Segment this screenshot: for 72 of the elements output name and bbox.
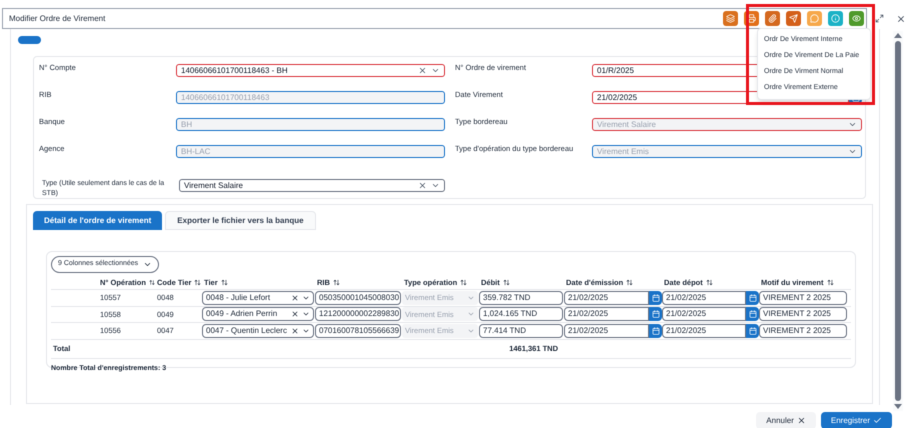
motif-field[interactable]: VIREMENT 2 2025 [759, 307, 847, 322]
maximize-icon[interactable] [875, 14, 884, 23]
chevron-icon [143, 260, 152, 269]
date-field[interactable]: 21/02/2025 [662, 307, 746, 322]
sort-icon[interactable] [502, 279, 510, 286]
motif-field[interactable]: VIREMENT 2 2025 [759, 324, 847, 338]
calendar-icon [652, 310, 660, 318]
calendar-icon [652, 326, 660, 335]
sort-icon[interactable] [706, 279, 713, 286]
close-icon [796, 416, 806, 425]
tier-select[interactable]: 0048 - Julie Lefort [202, 290, 314, 305]
toolbar-button[interactable] [723, 11, 738, 26]
toolbar-button[interactable] [786, 11, 802, 26]
close-icon[interactable] [896, 14, 906, 24]
chevron-icon[interactable] [431, 66, 440, 75]
motif-field[interactable]: VIREMENT 2 2025 [759, 290, 847, 305]
sort-icon[interactable] [332, 279, 340, 286]
calendar-icon [748, 326, 756, 335]
sort-icon[interactable] [460, 279, 468, 286]
toolbar-button[interactable] [849, 11, 864, 26]
calendar-button[interactable] [649, 290, 662, 305]
toolbar-button[interactable] [765, 11, 780, 26]
eye-icon [852, 14, 862, 23]
sort-icon[interactable] [220, 279, 228, 286]
calendar-button[interactable] [746, 324, 759, 338]
clear-icon[interactable] [418, 66, 427, 75]
select-field[interactable]: 14066066101700118463 - BH [176, 64, 445, 77]
tab[interactable]: Exporter le fichier vers la banque [165, 211, 316, 230]
clear-icon[interactable] [291, 310, 299, 318]
date-field[interactable]: 21/02/2025 [662, 290, 746, 305]
clear-icon[interactable] [291, 326, 299, 335]
rib-field[interactable]: 070160078105566639 [315, 324, 401, 338]
sort-icon[interactable] [148, 279, 155, 286]
sort-icon[interactable] [626, 279, 634, 286]
date-field[interactable]: 21/02/2025 [564, 307, 649, 322]
clear-icon[interactable] [291, 294, 299, 302]
clear-icon[interactable] [418, 181, 427, 190]
rib-field[interactable]: 050350001045008030 [315, 290, 401, 305]
select-field[interactable]: Virement Salaire [179, 179, 445, 192]
stack-icon [726, 14, 736, 23]
send-icon [789, 14, 798, 23]
calendar-icon [748, 310, 756, 318]
rib-field[interactable]: 121200000002289830 [315, 307, 401, 322]
debit-field[interactable]: 1,024.165 TND [479, 307, 563, 322]
info-icon [831, 14, 840, 23]
speech-bubble-icon [810, 14, 820, 23]
small-button[interactable] [18, 36, 41, 44]
date-field[interactable]: 21/02/2025 [564, 290, 649, 305]
scrollbar[interactable] [893, 31, 903, 411]
tab[interactable]: Détail de l'ordre de virement [33, 211, 162, 230]
debit-field[interactable]: 359.782 TND [479, 290, 563, 305]
debit-field[interactable]: 77.414 TND [479, 324, 563, 338]
sort-icon[interactable] [194, 279, 202, 286]
calendar-button[interactable] [649, 307, 662, 322]
tier-select[interactable]: 0047 - Quentin Leclerc [202, 324, 314, 338]
sort-icon[interactable] [826, 279, 834, 286]
date-field[interactable]: 21/02/2025 [564, 324, 649, 338]
chevron-icon[interactable] [431, 181, 440, 190]
date-field[interactable]: 21/02/2025 [662, 324, 746, 338]
tier-select[interactable]: 0049 - Adrien Perrin [202, 307, 314, 322]
calendar-icon [652, 294, 660, 302]
cancel-button[interactable]: Annuler [756, 412, 816, 428]
save-button[interactable]: Enregistrer [820, 412, 892, 428]
paperclip-icon [768, 14, 778, 23]
window-title: Modifier Ordre de Virement [9, 12, 106, 24]
calendar-button[interactable] [746, 307, 759, 322]
toolbar-button[interactable] [828, 11, 844, 26]
calendar-button[interactable] [649, 324, 662, 338]
calendar-icon [748, 294, 756, 302]
calendar-button[interactable] [746, 290, 759, 305]
check-icon [873, 416, 882, 425]
printer-icon [747, 14, 756, 23]
